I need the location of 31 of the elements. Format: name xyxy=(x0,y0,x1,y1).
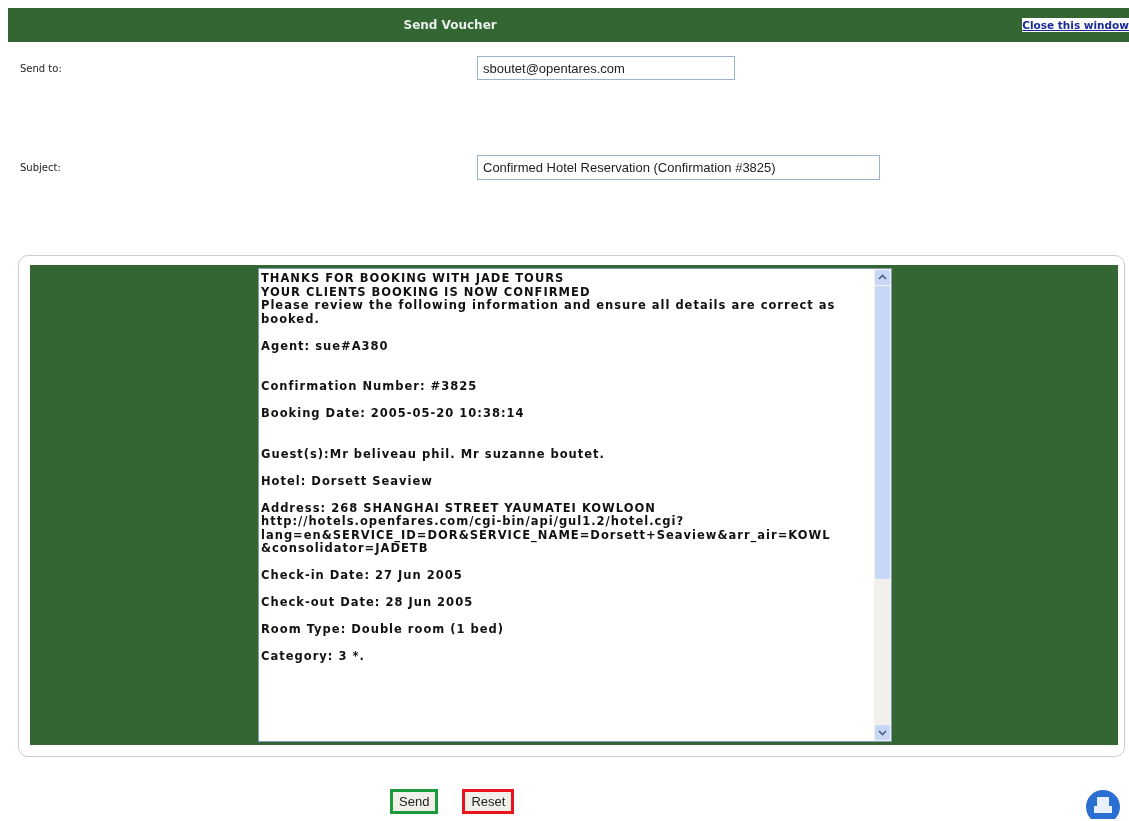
message-line: Category: 3 *. xyxy=(261,650,366,664)
close-window-link[interactable]: Close this window xyxy=(1022,18,1129,32)
scroll-up-icon[interactable] xyxy=(875,270,890,285)
message-line: Confirmation Number: #3825 xyxy=(261,380,479,394)
message-line: Hotel: Dorsett Seaview xyxy=(261,474,434,488)
message-line: booked. xyxy=(261,312,321,326)
send-button[interactable]: Send xyxy=(390,789,439,814)
scroll-thumb[interactable] xyxy=(875,286,890,579)
print-icon[interactable] xyxy=(1085,789,1121,819)
message-line: Address: 268 SHANGHAI STREET YAUMATEI KOWLOON xyxy=(261,501,657,515)
message-line: YOUR CLIENTS BOOKING IS NOW CONFIRMED xyxy=(261,285,592,299)
field-label: Subject: xyxy=(19,162,62,173)
reset-button[interactable]: Reset xyxy=(462,789,515,814)
field-label: Send to: xyxy=(19,62,63,74)
message-line: lang=en&SERVICE_ID=DOR&SERVICE_NAME=Dorsett+Seaview&arr_air=KOWL xyxy=(261,528,832,542)
message-line: Please review the following information and ensure all details are correct as xyxy=(261,299,837,313)
scrollbar[interactable] xyxy=(874,269,891,741)
scroll-down-icon[interactable] xyxy=(875,725,890,740)
page-title: Send Voucher xyxy=(402,18,498,32)
message-line: Booking Date: 2005-05-20 10:38:14 xyxy=(261,407,526,421)
message-line: Room Type: Double room (1 bed) xyxy=(261,623,506,637)
message-line: Check-in Date: 27 Jun 2005 xyxy=(261,569,464,583)
message-line: THANKS FOR BOOKING WITH JADE TOURS xyxy=(261,272,566,286)
message-line: Check-out Date: 28 Jun 2005 xyxy=(261,596,475,610)
message-line: &consolidator=JADETB xyxy=(261,542,429,556)
message-line: Agent: sue#A380 xyxy=(261,339,390,353)
email-field[interactable]: sboutet@opentares.com xyxy=(477,56,735,80)
message-line: Guest(s):Mr beliveau phil. Mr suzanne boutet. xyxy=(261,447,606,461)
message-line: http://hotels.openfares.com/cgi-bin/api/gul1.2/hotel.cgi? xyxy=(261,515,686,529)
message-textarea[interactable] xyxy=(258,268,892,742)
subject-field[interactable]: Confirmed Hotel Reservation (Confirmation #3825) xyxy=(477,155,880,180)
